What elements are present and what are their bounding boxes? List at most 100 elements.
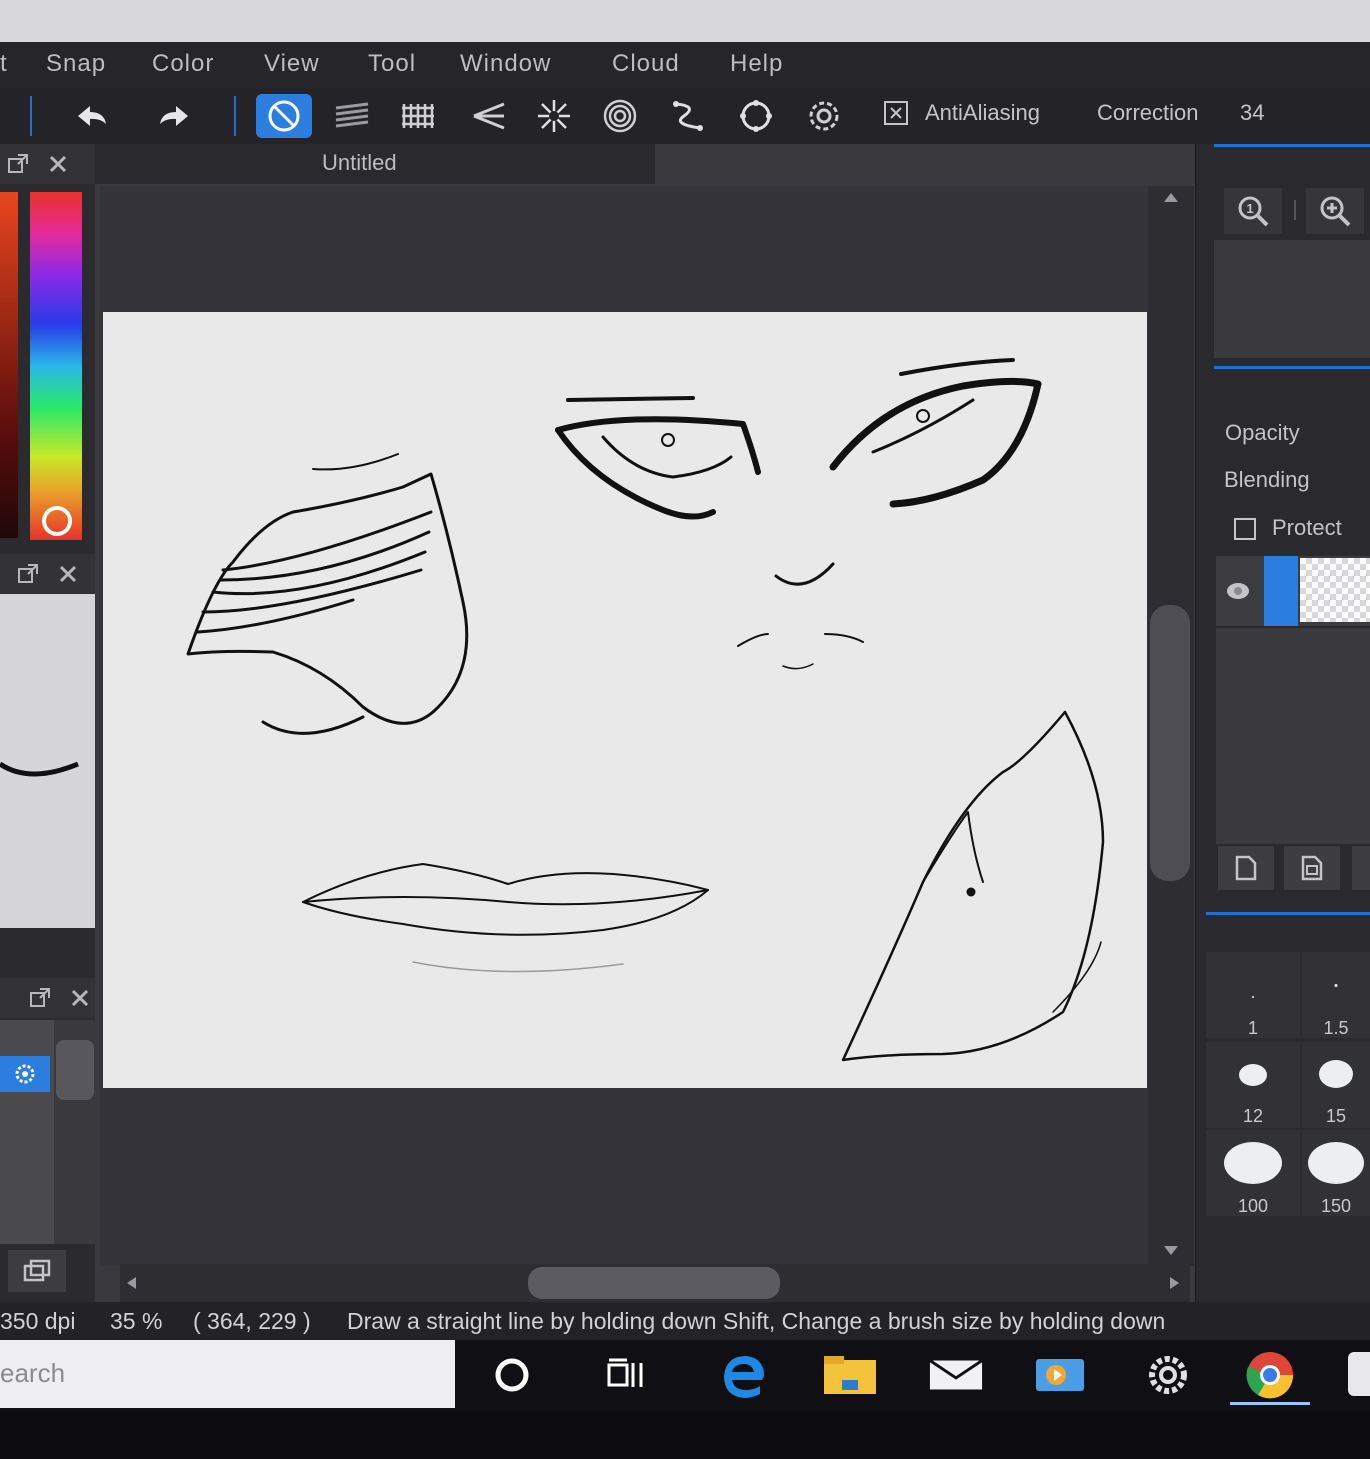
menu-bar: t Snap Color View Tool Window Cloud Help [0, 42, 1370, 88]
menu-view[interactable]: View [264, 50, 320, 78]
parallel-snap-button[interactable] [324, 94, 380, 138]
undock-icon[interactable] [28, 986, 52, 1010]
correction-label: Correction [1097, 100, 1199, 125]
new-layer-button[interactable] [1218, 846, 1274, 890]
horizontal-scroll-thumb[interactable] [528, 1267, 780, 1299]
menu-tool[interactable]: Tool [368, 50, 416, 78]
zoom-actual-button[interactable]: 1 [1224, 188, 1282, 234]
file-explorer-button[interactable] [822, 1350, 878, 1400]
menu-color[interactable]: Color [152, 50, 214, 78]
curve-snap-button[interactable] [660, 94, 716, 138]
svg-text:1: 1 [1246, 201, 1253, 216]
brush-size-dot [1239, 1064, 1267, 1086]
monitor-bezel-bottom [0, 1410, 1370, 1459]
media-button[interactable] [1032, 1350, 1088, 1400]
menu-cloud[interactable]: Cloud [612, 50, 680, 78]
menu-snap[interactable]: Snap [46, 50, 106, 78]
zoom-in-button[interactable] [1306, 188, 1364, 234]
tool-list-scrollbar[interactable] [54, 1020, 96, 1244]
tool-list-scroll-thumb[interactable] [56, 1040, 94, 1100]
settings-button[interactable] [1140, 1350, 1196, 1400]
new-raster-layer-button[interactable] [1284, 846, 1340, 890]
undock-icon[interactable] [6, 152, 30, 176]
scroll-left-icon[interactable] [124, 1275, 140, 1291]
redo-icon [160, 106, 188, 126]
edge-button[interactable] [716, 1350, 772, 1400]
color-saturation-box[interactable] [0, 192, 18, 538]
redo-button[interactable] [146, 94, 202, 138]
toolbar: AntiAliasing Correction 34 [0, 88, 1370, 144]
task-view-button[interactable] [598, 1350, 654, 1400]
vanishing-point-button[interactable] [460, 94, 516, 138]
undo-icon [78, 106, 106, 126]
brush-size-12[interactable]: 12 [1206, 1042, 1300, 1128]
task-view-icon [607, 1358, 643, 1387]
brush-size-1-5[interactable]: 1.5 [1302, 952, 1370, 1038]
chrome-button[interactable] [1230, 1350, 1310, 1405]
vertical-scroll-thumb[interactable] [1150, 605, 1190, 881]
hue-slider[interactable] [30, 192, 82, 540]
menu-window[interactable]: Window [460, 50, 551, 78]
cortana-button[interactable] [484, 1350, 540, 1400]
menu-file[interactable]: t [0, 50, 8, 78]
concentric-snap-button[interactable] [592, 94, 648, 138]
grid-snap-button[interactable] [390, 94, 446, 138]
close-icon[interactable] [46, 152, 70, 176]
toolbar-divider [30, 96, 32, 136]
brush-size-dot [1224, 1142, 1282, 1184]
monitor-bezel-top [0, 0, 1370, 42]
taskbar-overflow-app[interactable] [1348, 1352, 1370, 1396]
snap-off-button[interactable] [256, 94, 312, 138]
duplicate-icon [23, 1259, 51, 1282]
status-zoom: 35 % [110, 1308, 163, 1334]
menu-help[interactable]: Help [730, 50, 783, 78]
undock-icon[interactable] [16, 562, 40, 586]
taskbar-search-box[interactable]: earch [0, 1340, 455, 1408]
brush-size-dot [1334, 984, 1338, 987]
scroll-right-icon[interactable] [1166, 1275, 1182, 1291]
visibility-eye-icon[interactable] [1226, 580, 1250, 602]
layer-thumbnail [1300, 558, 1370, 622]
snap-settings-button[interactable] [796, 94, 852, 138]
correction-value[interactable]: 34 [1240, 100, 1264, 126]
undo-button[interactable] [64, 94, 120, 138]
grid-snap-icon [402, 104, 434, 128]
scroll-up-icon[interactable] [1162, 190, 1180, 204]
brush-size-100[interactable]: 100 [1206, 1130, 1300, 1216]
antialiasing-label: AntiAliasing [925, 100, 1040, 125]
radial-snap-button[interactable] [526, 94, 582, 138]
media-icon [1036, 1359, 1084, 1391]
scroll-down-icon[interactable] [1162, 1244, 1180, 1258]
layer-row[interactable] [1216, 556, 1370, 626]
drawing-canvas[interactable] [103, 312, 1147, 1088]
close-icon[interactable] [68, 986, 92, 1010]
mail-button[interactable] [928, 1350, 984, 1400]
brush-stroke-preview [0, 761, 79, 777]
new-layer-icon [1235, 855, 1257, 881]
layer-list-empty [1216, 628, 1370, 844]
layer-selection-marker [1264, 556, 1298, 626]
brush-size-label: 12 [1242, 1106, 1264, 1126]
brush-size-label: 100 [1237, 1196, 1269, 1216]
close-icon[interactable] [56, 562, 80, 586]
tool-list [0, 1020, 54, 1244]
brush-size-dot [1308, 1142, 1364, 1184]
brush-size-label: 150 [1320, 1196, 1352, 1216]
brush-size-1[interactable]: 1 [1206, 952, 1300, 1038]
protect-alpha-checkbox[interactable] [1234, 518, 1256, 540]
hue-slider-handle[interactable] [42, 506, 72, 536]
antialiasing-checkbox[interactable] [884, 101, 908, 125]
cortana-icon [495, 1358, 529, 1392]
status-bar: 350 dpi 35 % ( 364, 229 ) Draw a straigh… [0, 1302, 1370, 1340]
status-coordinates: ( 364, 229 ) [193, 1308, 311, 1334]
navigator-preview[interactable] [1214, 240, 1370, 358]
zoom-in-icon [1320, 196, 1351, 227]
circle-snap-button[interactable] [728, 94, 784, 138]
tool-list-item-selected[interactable] [0, 1056, 50, 1092]
brush-size-15[interactable]: 15 [1302, 1042, 1370, 1128]
duplicate-button[interactable] [8, 1250, 66, 1292]
taskbar-search-placeholder: earch [0, 1358, 66, 1388]
layer-action-button[interactable] [1352, 846, 1370, 890]
radial-snap-icon [538, 100, 570, 132]
brush-size-150[interactable]: 150 [1302, 1130, 1370, 1216]
